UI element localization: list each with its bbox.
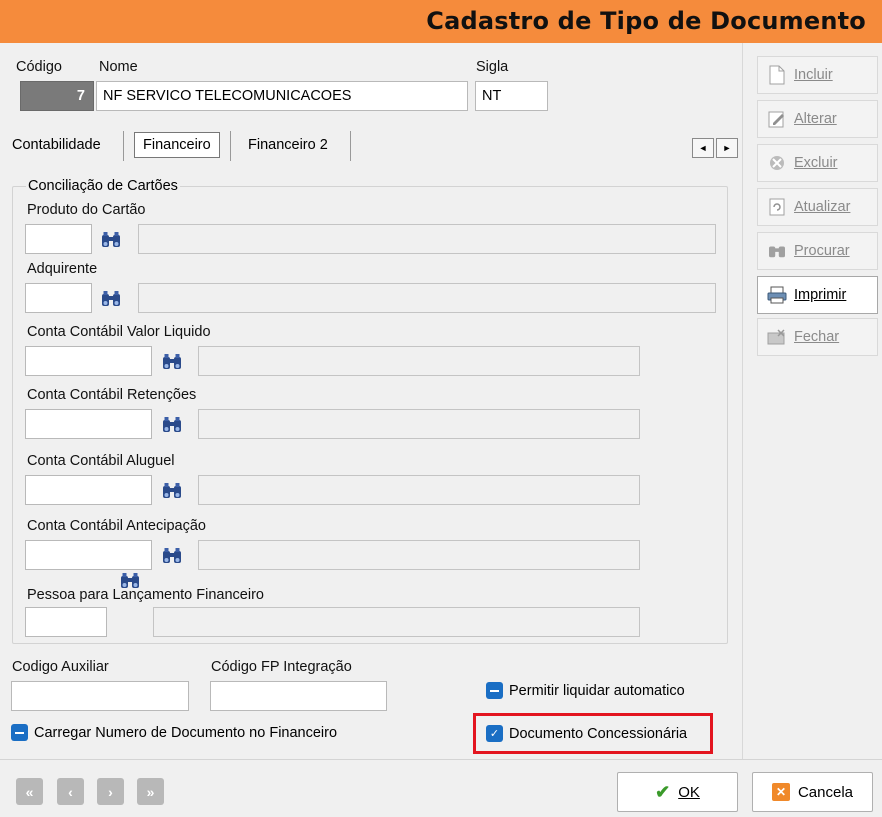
codigo-field[interactable]: 7 <box>20 81 94 111</box>
conta-retencoes-label: Conta Contábil Retenções <box>27 387 197 403</box>
last-record-button[interactable]: » <box>137 778 164 805</box>
documento-concessionaria-label: Documento Concessionária <box>509 725 688 742</box>
sigla-field[interactable]: NT <box>475 81 548 111</box>
imprimir-label: Imprimir <box>794 287 847 303</box>
tab-separator <box>350 131 351 161</box>
excluir-label: Excluir <box>794 155 838 171</box>
incluir-label: Incluir <box>794 67 833 83</box>
codigo-fp-integracao-field[interactable] <box>210 681 387 711</box>
checkmark-icon: ✓ <box>486 725 503 742</box>
checkbox-indeterminate-icon <box>486 682 503 699</box>
incluir-button[interactable]: Incluir <box>757 56 878 94</box>
tab-separator <box>230 131 231 161</box>
close-folder-icon <box>766 326 788 348</box>
tab-financeiro-2[interactable]: Financeiro 2 <box>240 131 336 161</box>
produto-cartao-code-field[interactable] <box>25 224 92 254</box>
binoculars-icon[interactable] <box>119 572 141 590</box>
atualizar-label: Atualizar <box>794 199 851 215</box>
first-record-button[interactable]: « <box>16 778 43 805</box>
printer-icon <box>766 284 788 306</box>
codigo-auxiliar-field[interactable] <box>11 681 189 711</box>
binoculars-icon[interactable] <box>100 290 122 308</box>
cancela-label: Cancela <box>797 783 854 801</box>
produto-cartao-description <box>138 224 716 254</box>
alterar-label: Alterar <box>794 111 837 127</box>
imprimir-button[interactable]: Imprimir <box>757 276 878 314</box>
conta-antecipacao-field[interactable] <box>25 540 152 570</box>
fechar-label: Fechar <box>794 329 840 345</box>
pessoa-lancamento-description <box>153 607 640 637</box>
conta-aluguel-field[interactable] <box>25 475 152 505</box>
nome-field[interactable]: NF SERVICO TELECOMUNICACOES <box>96 81 468 111</box>
alterar-button[interactable]: Alterar <box>757 100 878 138</box>
binoculars-icon[interactable] <box>100 231 122 249</box>
carregar-numero-label: Carregar Numero de Documento no Financei… <box>34 724 338 741</box>
tab-financeiro[interactable]: Financeiro <box>134 132 220 158</box>
delete-icon <box>766 152 788 174</box>
tab-scroll-buttons: ◄ ► <box>692 138 742 160</box>
binoculars-icon[interactable] <box>161 482 183 500</box>
produto-cartao-label: Produto do Cartão <box>27 202 146 218</box>
sigla-label: Sigla <box>476 59 509 75</box>
excluir-button[interactable]: Excluir <box>757 144 878 182</box>
tab-scroll-left-button[interactable]: ◄ <box>692 138 714 158</box>
permitir-liquidar-checkbox[interactable]: Permitir liquidar automatico <box>486 682 685 699</box>
permitir-liquidar-label: Permitir liquidar automatico <box>509 682 685 699</box>
binoculars-icon[interactable] <box>161 353 183 371</box>
cancela-button[interactable]: ✕ Cancela <box>752 772 873 812</box>
previous-record-button[interactable]: ‹ <box>57 778 84 805</box>
binoculars-icon[interactable] <box>161 416 183 434</box>
procurar-label: Procurar <box>794 243 850 259</box>
title-bar: Cadastro de Tipo de Documento <box>0 0 882 43</box>
conta-antecipacao-description <box>198 540 640 570</box>
codigo-label: Código <box>16 59 62 75</box>
codigo-fp-integracao-label: Código FP Integração <box>211 659 352 675</box>
ok-button[interactable]: ✔ OK <box>617 772 738 812</box>
atualizar-button[interactable]: Atualizar <box>757 188 878 226</box>
codigo-auxiliar-label: Codigo Auxiliar <box>12 659 109 675</box>
conta-retencoes-field[interactable] <box>25 409 152 439</box>
edit-icon <box>766 108 788 130</box>
tab-scroll-right-button[interactable]: ► <box>716 138 738 158</box>
binoculars-icon[interactable] <box>161 547 183 565</box>
ok-label: OK <box>678 783 700 801</box>
bottom-bar <box>0 759 882 817</box>
binoculars-icon <box>766 240 788 262</box>
conta-valor-liquido-label: Conta Contábil Valor Liquido <box>27 324 211 340</box>
fechar-button[interactable]: Fechar <box>757 318 878 356</box>
conta-aluguel-label: Conta Contábil Aluguel <box>27 453 175 469</box>
conta-retencoes-description <box>198 409 640 439</box>
window-title: Cadastro de Tipo de Documento <box>426 7 866 35</box>
check-icon: ✔ <box>655 781 671 802</box>
next-record-button[interactable]: › <box>97 778 124 805</box>
refresh-icon <box>766 196 788 218</box>
conta-valor-liquido-description <box>198 346 640 376</box>
cancel-icon: ✕ <box>771 783 790 801</box>
group-title: Conciliação de Cartões <box>26 178 180 194</box>
pessoa-lancamento-label: Pessoa para Lançamento Financeiro <box>27 587 264 603</box>
adquirente-label: Adquirente <box>27 261 98 277</box>
conta-aluguel-description <box>198 475 640 505</box>
document-icon <box>766 64 788 86</box>
adquirente-description <box>138 283 716 313</box>
conta-valor-liquido-field[interactable] <box>25 346 152 376</box>
tab-contabilidade[interactable]: Contabilidade <box>4 131 109 161</box>
pessoa-lancamento-code-field[interactable] <box>25 607 107 637</box>
tab-separator <box>123 131 124 161</box>
nome-label: Nome <box>99 59 138 75</box>
procurar-button[interactable]: Procurar <box>757 232 878 270</box>
conta-antecipacao-label: Conta Contábil Antecipação <box>27 518 206 534</box>
tab-strip: Contabilidade Financeiro Financeiro 2 <box>0 128 742 162</box>
adquirente-code-field[interactable] <box>25 283 92 313</box>
checkbox-indeterminate-icon <box>11 724 28 741</box>
documento-concessionaria-checkbox[interactable]: ✓ Documento Concessionária <box>486 725 687 742</box>
carregar-numero-checkbox[interactable]: Carregar Numero de Documento no Financei… <box>11 724 337 741</box>
